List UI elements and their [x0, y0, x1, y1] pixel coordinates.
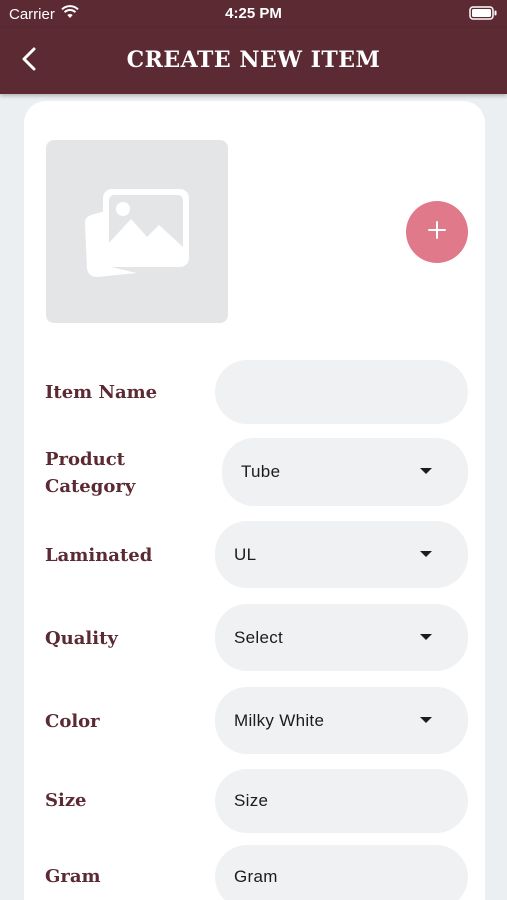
- app-header: CREATE NEW ITEM: [0, 28, 507, 94]
- color-label: Color: [45, 711, 100, 732]
- product-category-select[interactable]: Tube: [222, 438, 468, 506]
- quality-select[interactable]: Select: [215, 604, 468, 671]
- status-bar: Carrier 4:25 PM: [0, 0, 507, 28]
- quality-value: Select: [234, 627, 284, 647]
- color-select[interactable]: Milky White: [215, 687, 468, 754]
- size-input[interactable]: Size: [215, 769, 468, 833]
- gram-label: Gram: [45, 866, 101, 887]
- item-name-label: Item Name: [45, 382, 158, 403]
- caret-down-icon: [420, 468, 432, 474]
- color-value: Milky White: [234, 710, 325, 730]
- product-category-value: Tube: [241, 462, 281, 481]
- product-category-label-line2: Category: [45, 476, 136, 497]
- status-time: 4:25 PM: [225, 5, 282, 22]
- laminated-select[interactable]: UL: [215, 521, 468, 588]
- quality-label: Quality: [45, 628, 118, 649]
- image-placeholder-icon: [85, 181, 189, 282]
- gram-input[interactable]: Gram: [215, 845, 468, 900]
- caret-down-icon: [420, 551, 432, 557]
- caret-down-icon: [420, 717, 432, 723]
- battery-icon: [469, 6, 497, 24]
- item-name-input[interactable]: [215, 360, 468, 424]
- laminated-value: UL: [234, 544, 257, 564]
- product-category-label: Product Category: [45, 446, 135, 500]
- item-photo-placeholder[interactable]: [46, 140, 228, 323]
- product-category-label-line1: Product: [45, 449, 125, 470]
- caret-down-icon: [420, 634, 432, 640]
- add-photo-button[interactable]: [406, 201, 468, 263]
- laminated-label: Laminated: [45, 545, 153, 566]
- page-title: CREATE NEW ITEM: [126, 47, 381, 73]
- plus-icon: [428, 220, 446, 244]
- size-label: Size: [45, 790, 87, 811]
